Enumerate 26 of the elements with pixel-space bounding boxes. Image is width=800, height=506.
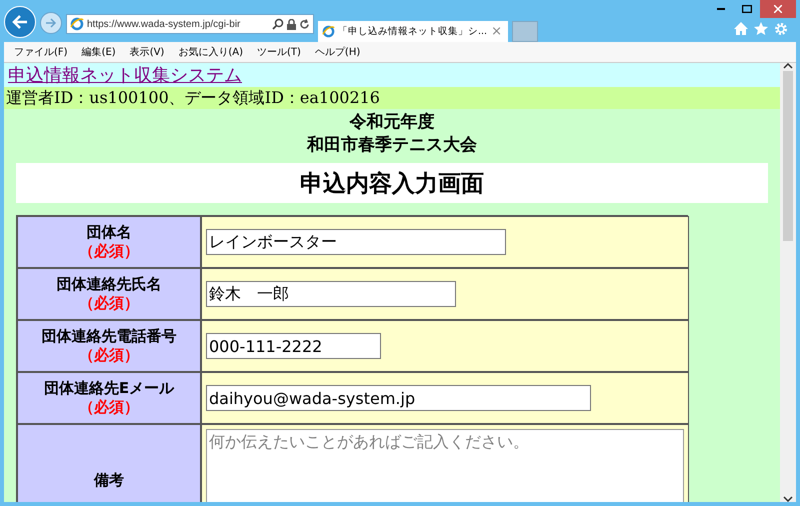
required-mark: （必須） xyxy=(79,294,139,313)
field-label: 団体連絡先氏名 xyxy=(56,275,162,294)
menu-item[interactable]: ファイル(F) xyxy=(14,45,68,59)
menu-item[interactable]: お気に入り(A) xyxy=(178,45,243,59)
page-heading: 申込内容入力画面 xyxy=(16,163,768,203)
remarks-textarea[interactable]: 何か伝えたいことがあればご記入ください。 xyxy=(206,429,684,502)
event-title: 和田市春季テニス大会 xyxy=(306,134,478,157)
event-year: 令和元年度 xyxy=(348,111,436,134)
field-label: 団体名 xyxy=(86,223,132,242)
required-mark: （必須） xyxy=(79,346,139,365)
address-bar[interactable]: https://www.wada-system.jp/cgi-bir xyxy=(66,14,314,34)
browser-tab[interactable]: 「申し込み情報ネット収集」シ... × xyxy=(318,21,508,42)
menu-item[interactable]: ツール(T) xyxy=(257,45,301,59)
text-input[interactable]: レインボースター xyxy=(206,229,506,255)
text-input[interactable]: 000-111-2222 xyxy=(206,333,381,359)
field-label: 団体連絡先電話番号 xyxy=(42,327,176,346)
text-input[interactable]: 鈴木 一郎 xyxy=(206,281,456,307)
menu-item[interactable]: 編集(E) xyxy=(82,45,116,59)
operator-info: 運営者ID：us100100、データ領域ID：ea100216 xyxy=(4,87,780,109)
text-input[interactable]: daihyou@wada-system.jp xyxy=(206,385,591,411)
menu-item[interactable]: 表示(V) xyxy=(130,45,164,59)
field-label: 備考 xyxy=(94,471,124,490)
menu-item[interactable]: ヘルプ(H) xyxy=(314,45,360,59)
required-mark: （必須） xyxy=(79,242,139,261)
required-mark: （必須） xyxy=(79,398,139,417)
field-label: 団体連絡先Eメール xyxy=(44,379,174,398)
